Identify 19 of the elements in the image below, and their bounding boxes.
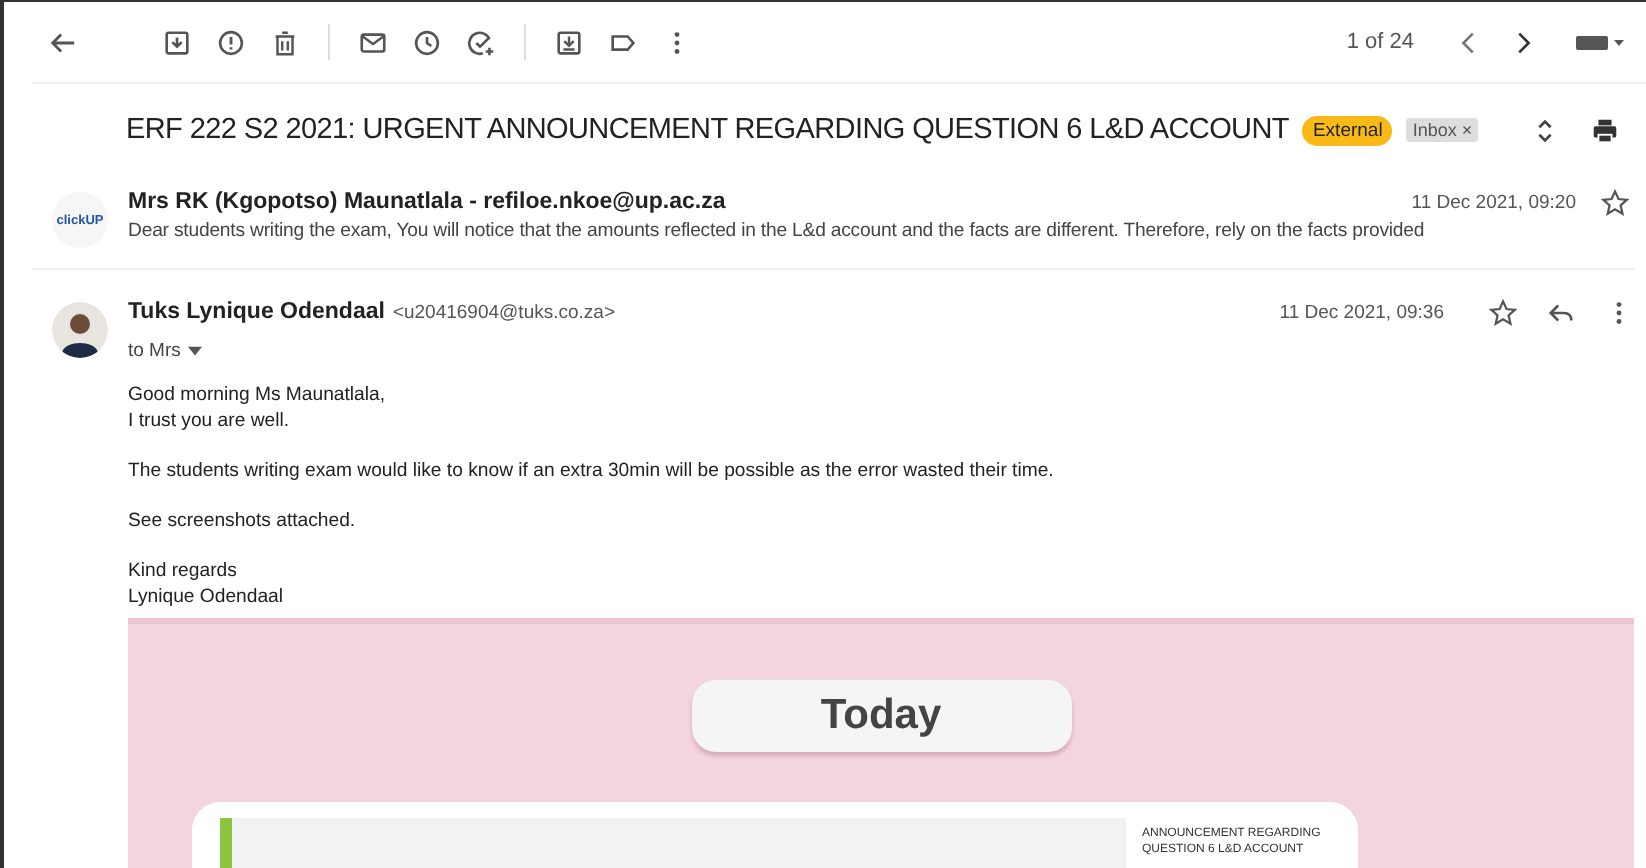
email-subject: ERF 222 S2 2021: URGENT ANNOUNCEMENT REGARDING QUESTION 6 L&D ACCOUNT	[126, 114, 1289, 146]
email-body-text: Kind regards	[128, 558, 239, 584]
sender-email: <u20416904@tuks.co.za>	[392, 301, 615, 323]
message-date: 11 Dec 2021, 09:20	[1411, 191, 1576, 213]
date-pill: Today	[691, 680, 1071, 752]
email-body-text: The students writing exam would like to know if an extra 30min will be possible as the error wasted their time.	[128, 458, 1056, 484]
sender-name: Tuks Lynique Odendaal	[128, 300, 385, 324]
sender-name: Mrs RK (Kgopotso) Maunatlala - refiloe.nkoe@up.ac.za	[128, 190, 726, 214]
message-date: 11 Dec 2021, 09:36	[1279, 301, 1444, 323]
label-badge: External	[1302, 115, 1393, 145]
recipient-dropdown[interactable]: to Mrs	[128, 340, 203, 362]
email-body-text: I trust you are well.	[128, 408, 292, 434]
label-chip: Inbox ×	[1406, 118, 1479, 142]
page-counter: 1 of 24	[1346, 30, 1414, 54]
message-snippet: Dear students writing the exam, You will notice that the amounts reflected in the L&d account and the facts are different. Therefore, rely on the facts provided	[128, 220, 1427, 242]
email-body-text: Good morning Ms Maunatlala,	[128, 382, 388, 408]
email-body-text: See screenshots attached.	[128, 508, 358, 534]
remove-label-button[interactable]: ×	[1461, 120, 1473, 140]
email-body-text: Lynique Odendaal	[128, 584, 286, 610]
